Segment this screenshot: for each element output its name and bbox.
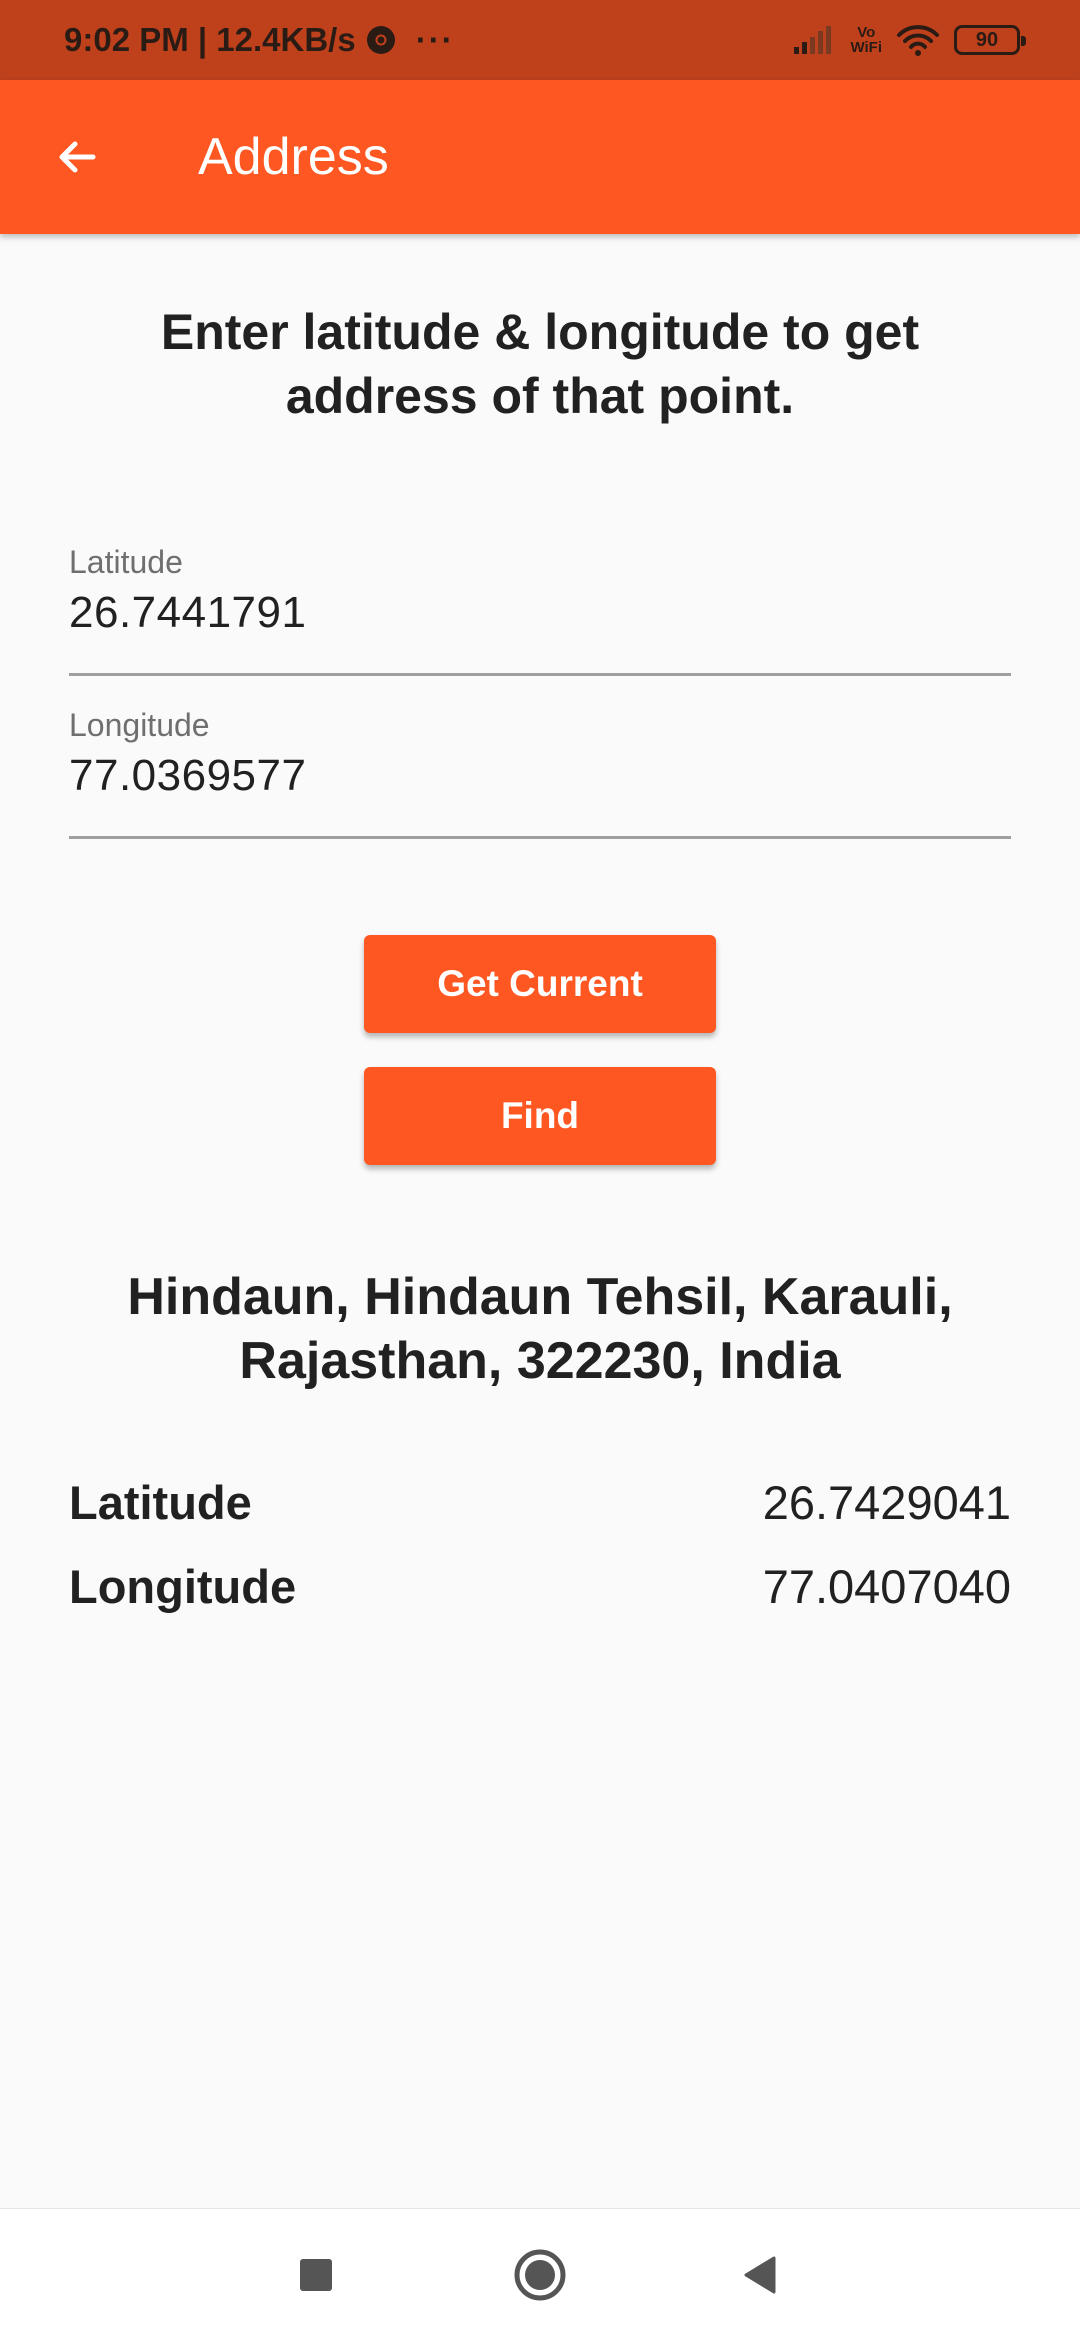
get-current-button[interactable]: Get Current — [364, 935, 716, 1033]
home-button[interactable] — [480, 2209, 600, 2341]
battery-level: 90 — [975, 28, 999, 51]
longitude-field-label: Longitude — [69, 707, 210, 743]
result-longitude-row: Longitude 77.0407040 — [69, 1552, 1011, 1622]
arrow-left-icon — [59, 141, 96, 173]
nav-back-button[interactable] — [700, 2209, 820, 2341]
status-bar: 9:02 PM | 12.4KB/s ··· Vo WiFi 90 — [0, 0, 1080, 80]
page-title: Address — [198, 128, 389, 186]
wifi-icon — [897, 25, 939, 56]
result-latitude-value: 26.7429041 — [762, 1476, 1011, 1529]
circle-icon — [514, 2249, 566, 2301]
result-longitude-label: Longitude — [69, 1560, 297, 1613]
vowifi-icon: Vo WiFi — [850, 25, 882, 55]
signal-icon — [794, 26, 832, 54]
result-longitude-value: 77.0407040 — [762, 1560, 1011, 1613]
latitude-input[interactable]: 26.7441791 — [69, 588, 306, 638]
recents-button[interactable] — [256, 2209, 376, 2341]
result-address: Hindaun, Hindaun Tehsil, Karauli, Rajast… — [127, 1268, 953, 1390]
more-notifications-icon: ··· — [415, 21, 455, 58]
chrome-icon — [366, 26, 395, 54]
status-right: Vo WiFi 90 — [794, 0, 1026, 80]
instruction-text: Enter latitude & longitude to get addres… — [160, 304, 920, 424]
back-button[interactable] — [40, 120, 114, 194]
square-icon — [300, 2259, 332, 2291]
system-nav-bar — [0, 2208, 1080, 2341]
find-button[interactable]: Find — [364, 1067, 716, 1165]
triangle-back-icon — [744, 2256, 776, 2294]
result-latitude-row: Latitude 26.7429041 — [69, 1468, 1011, 1538]
longitude-input[interactable]: 77.0369577 — [69, 751, 306, 801]
vowifi-top: Vo — [857, 24, 876, 41]
app-bar: Address — [0, 80, 1080, 234]
latitude-field[interactable]: Latitude 26.7441791 — [69, 540, 1011, 676]
vowifi-bottom: WiFi — [850, 39, 882, 56]
battery-icon: 90 — [954, 25, 1026, 55]
result-latitude-label: Latitude — [69, 1476, 252, 1529]
status-time-speed: 9:02 PM | 12.4KB/s — [64, 21, 356, 58]
longitude-field[interactable]: Longitude 77.0369577 — [69, 703, 1011, 839]
latitude-field-label: Latitude — [69, 544, 183, 580]
status-left: 9:02 PM | 12.4KB/s ··· — [64, 0, 455, 80]
